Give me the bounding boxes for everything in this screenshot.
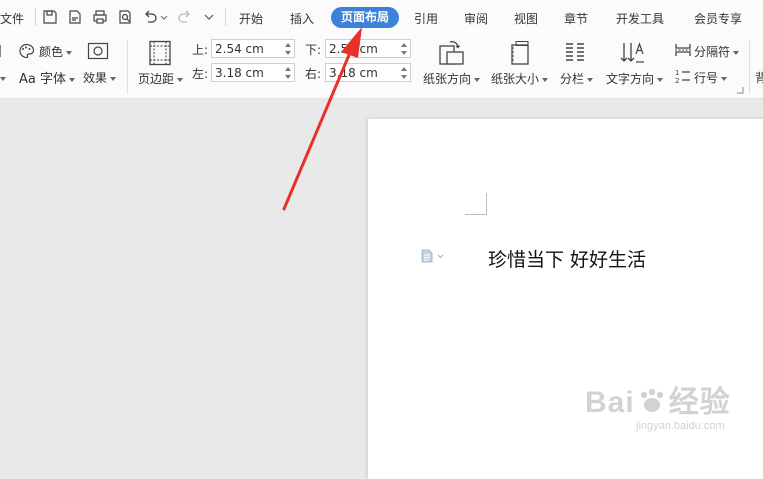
- watermark-brand: Bai: [585, 386, 635, 419]
- print-preview-icon[interactable]: [117, 9, 133, 25]
- font-aa-icon: Aa: [19, 72, 36, 87]
- customize-toolbar-icon[interactable]: [203, 9, 215, 25]
- divider: [749, 40, 750, 94]
- spin-up-icon[interactable]: [285, 43, 291, 47]
- separator-button[interactable]: 分隔符: [694, 43, 740, 60]
- line-number-icon: 1 2: [675, 69, 690, 84]
- spin-up-icon[interactable]: [285, 67, 291, 71]
- tab-view[interactable]: 视图: [514, 10, 538, 27]
- divider: [35, 8, 36, 26]
- spin-up-icon[interactable]: [401, 67, 407, 71]
- theme-dropdown[interactable]: [0, 71, 6, 85]
- text-direction-icon: [620, 42, 644, 63]
- theme-icon[interactable]: [0, 43, 6, 59]
- text-direction-button[interactable]: 文字方向: [606, 70, 664, 87]
- tab-member[interactable]: 会员专享: [694, 10, 742, 27]
- background-button[interactable]: 背: [755, 69, 763, 86]
- tab-insert[interactable]: 插入: [290, 10, 314, 27]
- margin-corner-mark: [465, 193, 487, 215]
- spin-down-icon[interactable]: [285, 75, 291, 79]
- margins-button[interactable]: 页边距: [138, 70, 184, 87]
- tab-references[interactable]: 引用: [414, 10, 438, 27]
- document-text[interactable]: 珍惜当下 好好生活: [488, 245, 646, 272]
- divider: [127, 40, 128, 94]
- save-icon[interactable]: [42, 9, 58, 25]
- margin-left-label: 左:: [192, 67, 209, 81]
- line-number-button[interactable]: 行号: [694, 69, 728, 86]
- svg-text:2: 2: [675, 77, 679, 84]
- orientation-button[interactable]: 纸张方向: [423, 70, 481, 87]
- redo-icon[interactable]: [177, 9, 193, 25]
- margin-left-input[interactable]: 3.18 cm: [211, 63, 295, 82]
- margin-top-label: 上:: [192, 43, 209, 57]
- palette-icon: [19, 43, 35, 59]
- menu-bar: 文件 开始 插入 页面布局 引用 审阅 视图 章节 开发工具 会员专享: [0, 0, 763, 35]
- spin-down-icon[interactable]: [401, 75, 407, 79]
- watermark: Bai 经验 jingyan.baidu.com: [585, 386, 731, 432]
- margins-icon: [149, 40, 171, 66]
- margin-top-input[interactable]: 2.54 cm: [211, 39, 295, 58]
- paw-logo-icon: [640, 388, 663, 412]
- paper-size-button[interactable]: 纸张大小: [491, 70, 549, 87]
- divider: [225, 8, 226, 26]
- spin-up-icon[interactable]: [401, 43, 407, 47]
- tab-home[interactable]: 开始: [239, 10, 263, 27]
- tab-page-layout[interactable]: 页面布局: [331, 7, 399, 28]
- orientation-icon: [439, 41, 464, 65]
- undo-icon[interactable]: [142, 9, 158, 25]
- spin-down-icon[interactable]: [401, 51, 407, 55]
- file-menu[interactable]: 文件: [0, 10, 24, 27]
- tab-review[interactable]: 审阅: [464, 10, 488, 27]
- paragraph-layout-icon[interactable]: [420, 249, 444, 263]
- theme-effects-button[interactable]: 效果: [83, 69, 117, 86]
- watermark-brand-cn: 经验: [668, 386, 731, 419]
- columns-button[interactable]: 分栏: [560, 70, 594, 87]
- effects-icon: [87, 42, 109, 60]
- theme-colors-button[interactable]: 颜色: [39, 43, 73, 60]
- margin-bottom-label: 下:: [305, 43, 322, 57]
- print-icon[interactable]: [92, 9, 108, 25]
- export-pdf-icon[interactable]: [67, 9, 83, 25]
- spin-down-icon[interactable]: [285, 51, 291, 55]
- svg-text:1: 1: [675, 69, 679, 77]
- margin-right-input[interactable]: 3.18 cm: [325, 63, 411, 82]
- ribbon-page-layout: 颜色 Aa 字体 效果 页边距 上: 2.54 cm 下: 2.54 cm 左:…: [0, 35, 763, 99]
- margin-right-label: 右:: [305, 67, 322, 81]
- tab-section[interactable]: 章节: [564, 10, 588, 27]
- dialog-launcher-icon[interactable]: [737, 87, 744, 94]
- separator-icon: [675, 44, 691, 56]
- undo-dropdown-icon[interactable]: [160, 9, 168, 25]
- paper-size-icon: [511, 41, 529, 65]
- theme-fonts-button[interactable]: Aa 字体: [19, 68, 76, 87]
- margin-bottom-input[interactable]: 2.54 cm: [325, 39, 411, 58]
- tab-developer[interactable]: 开发工具: [616, 10, 664, 27]
- watermark-url: jingyan.baidu.com: [636, 420, 725, 432]
- columns-icon: [566, 43, 584, 61]
